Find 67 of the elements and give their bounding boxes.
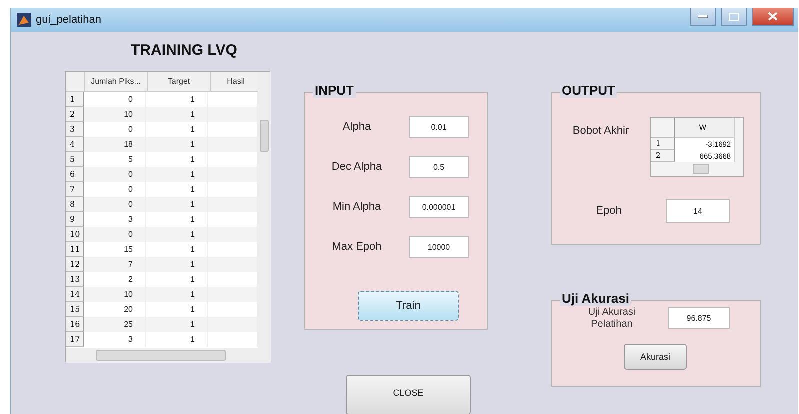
row-number: 3 <box>66 122 84 137</box>
minimize-button[interactable] <box>690 8 716 26</box>
input-field[interactable]: 0.01 <box>409 116 469 138</box>
row-number: 15 <box>66 302 84 317</box>
input-field[interactable]: 0.5 <box>409 156 469 178</box>
heading: TRAINING LVQ <box>131 42 238 59</box>
table-cell: 1 <box>146 167 208 182</box>
row-number: 10 <box>66 227 84 242</box>
table-cell: 1 <box>146 197 208 212</box>
field-label: Bobot Akhir <box>572 125 630 137</box>
row-number: 13 <box>66 272 84 287</box>
table-cell: 1 <box>146 287 208 302</box>
row-number: 8 <box>66 197 84 212</box>
table-cell: 0 <box>84 197 146 212</box>
close-icon <box>768 12 778 21</box>
field-label: Min Alpha <box>332 201 382 213</box>
train-button[interactable]: Train <box>358 291 459 321</box>
input-field[interactable]: 0.000001 <box>409 196 469 218</box>
table-cell: 7 <box>84 257 146 272</box>
maximize-icon <box>729 12 739 20</box>
field-label: Epoh <box>595 205 623 217</box>
table-cell: 1 <box>146 107 208 122</box>
row-number: 2 <box>66 107 84 122</box>
table-cell: 0 <box>84 227 146 242</box>
row-number: 11 <box>66 242 84 257</box>
table-cell: 3 <box>84 332 146 347</box>
table-cell: 1 <box>146 317 208 332</box>
table-cell: 0 <box>84 167 146 182</box>
row-number: 16 <box>66 317 84 332</box>
table-cell: 1 <box>146 137 208 152</box>
panel-title: OUTPUT <box>560 84 618 98</box>
row-number: 12 <box>66 257 84 272</box>
column-header[interactable]: Jumlah Piks... <box>85 72 148 91</box>
field-label: Alpha <box>342 121 372 133</box>
vertical-scrollbar[interactable] <box>258 72 271 348</box>
table-cell: 18 <box>84 137 146 152</box>
field-label: Max Epoh <box>331 241 383 253</box>
row-number: 17 <box>66 332 84 347</box>
horizontal-scrollbar[interactable] <box>66 348 271 363</box>
row-number: 14 <box>66 287 84 302</box>
output-field[interactable]: 14 <box>666 199 730 223</box>
maximize-button[interactable] <box>721 8 747 26</box>
close-app-button[interactable]: CLOSE <box>346 375 471 414</box>
table-cell: 1 <box>146 227 208 242</box>
panel-title: Uji Akurasi <box>560 292 632 306</box>
app-icon <box>17 13 31 27</box>
row-number: 5 <box>66 152 84 167</box>
close-button[interactable] <box>752 8 794 26</box>
row-number: 9 <box>66 212 84 227</box>
row-number: 4 <box>66 137 84 152</box>
field-label: Dec Alpha <box>330 161 384 173</box>
field-label: Uji Akurasi Pelatihan <box>587 307 637 331</box>
row-number: 7 <box>66 182 84 197</box>
table-cell: 25 <box>84 317 146 332</box>
table-cell: 1 <box>146 332 208 347</box>
table-cell: 10 <box>84 107 146 122</box>
accuracy-button[interactable]: Akurasi <box>624 344 687 370</box>
row-number: 1 <box>66 92 84 107</box>
input-field[interactable]: 10000 <box>409 236 469 258</box>
panel-title: INPUT <box>313 84 356 98</box>
column-header[interactable]: Target <box>148 72 211 91</box>
output-field[interactable]: 96.875 <box>668 307 730 329</box>
window-title: gui_pelatihan <box>36 14 102 26</box>
minimize-icon <box>698 14 708 18</box>
table-cell: 10 <box>84 287 146 302</box>
row-number: 6 <box>66 167 84 182</box>
table-cell: 1 <box>146 257 208 272</box>
